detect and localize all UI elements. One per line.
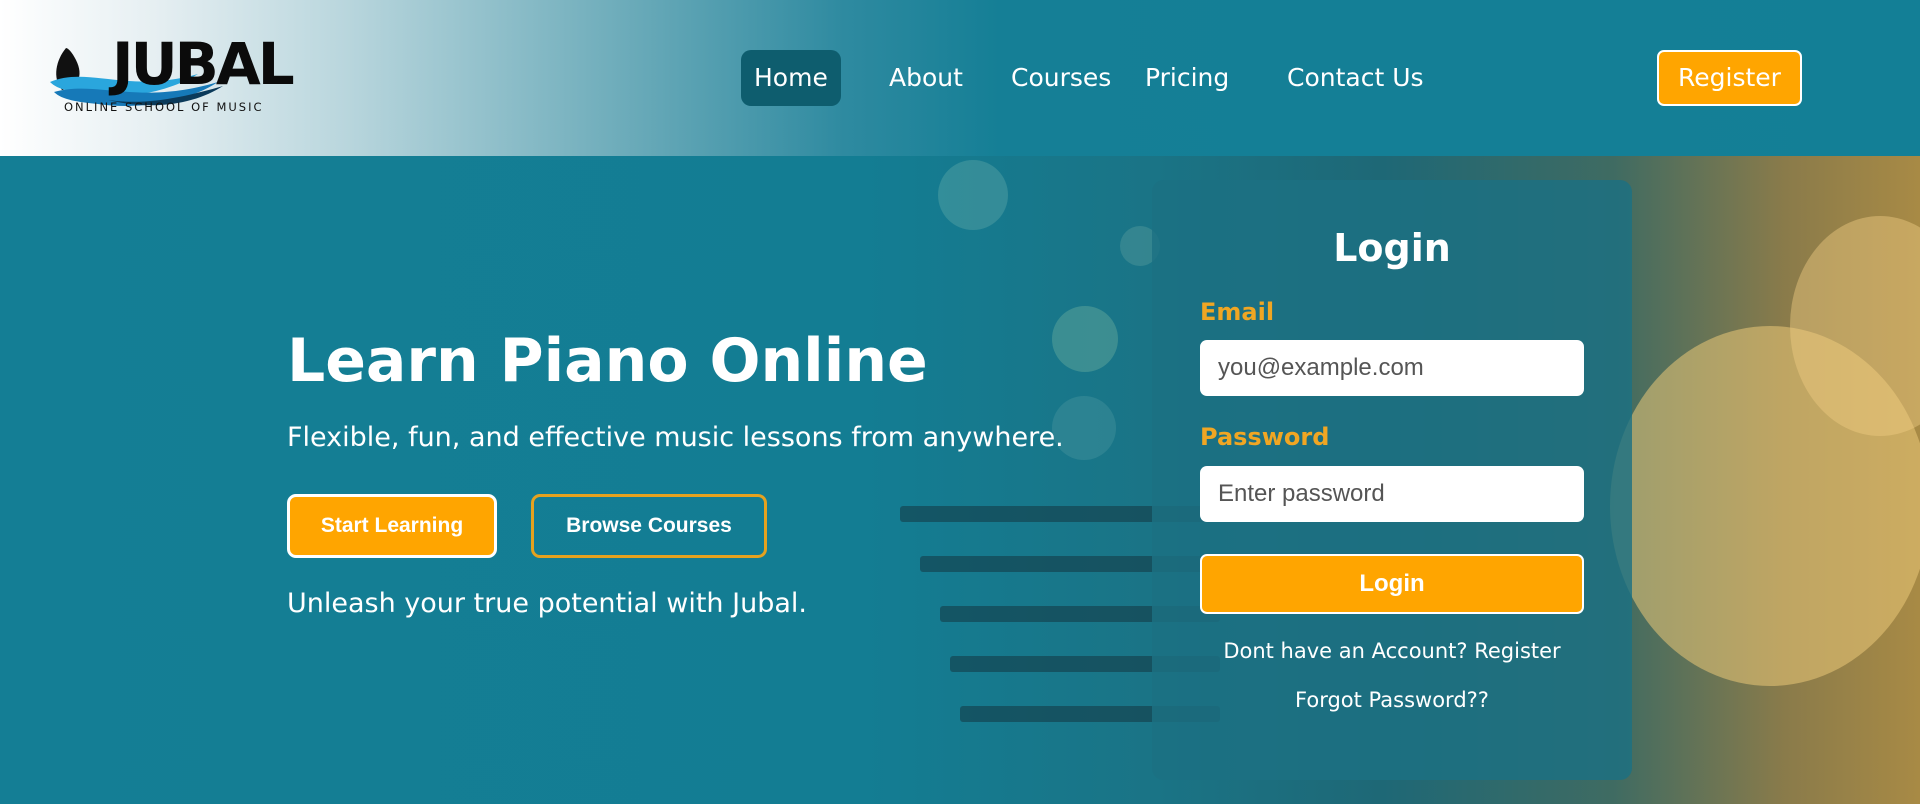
site-logo[interactable]: JUBAL ONLINE SCHOOL OF MUSIC [48, 30, 295, 120]
nav-contact-us[interactable]: Contact Us [1287, 50, 1424, 106]
login-card: Login Email Password Login Dont have an … [1152, 180, 1632, 780]
logo-tagline: ONLINE SCHOOL OF MUSIC [64, 100, 264, 114]
bokeh-light [1052, 306, 1118, 372]
bokeh-light [938, 160, 1008, 230]
start-learning-button[interactable]: Start Learning [287, 494, 497, 558]
hero-title: Learn Piano Online [287, 326, 928, 396]
hero-section: Learn Piano Online Flexible, fun, and ef… [0, 156, 1920, 806]
logo-wordmark: JUBAL [112, 30, 295, 98]
forgot-password-link[interactable]: Forgot Password?? [1152, 688, 1632, 712]
password-field[interactable] [1200, 466, 1584, 522]
browse-courses-button[interactable]: Browse Courses [531, 494, 767, 558]
nav-home[interactable]: Home [741, 50, 841, 106]
password-label: Password [1200, 423, 1330, 451]
login-title: Login [1333, 226, 1451, 270]
footer-divider [0, 804, 1920, 808]
nav-about[interactable]: About [889, 50, 963, 106]
nav-courses[interactable]: Courses [1011, 50, 1111, 106]
email-field[interactable] [1200, 340, 1584, 396]
nav-register-button[interactable]: Register [1657, 50, 1802, 106]
hero-subtitle: Flexible, fun, and effective music lesso… [287, 422, 1064, 453]
nav-pricing[interactable]: Pricing [1145, 50, 1229, 106]
site-header: JUBAL ONLINE SCHOOL OF MUSIC Home About … [0, 0, 1920, 156]
email-label: Email [1200, 298, 1275, 326]
register-link[interactable]: Dont have an Account? Register [1152, 639, 1632, 663]
hero-tagline: Unleash your true potential with Jubal. [287, 588, 807, 619]
login-button[interactable]: Login [1200, 554, 1584, 614]
